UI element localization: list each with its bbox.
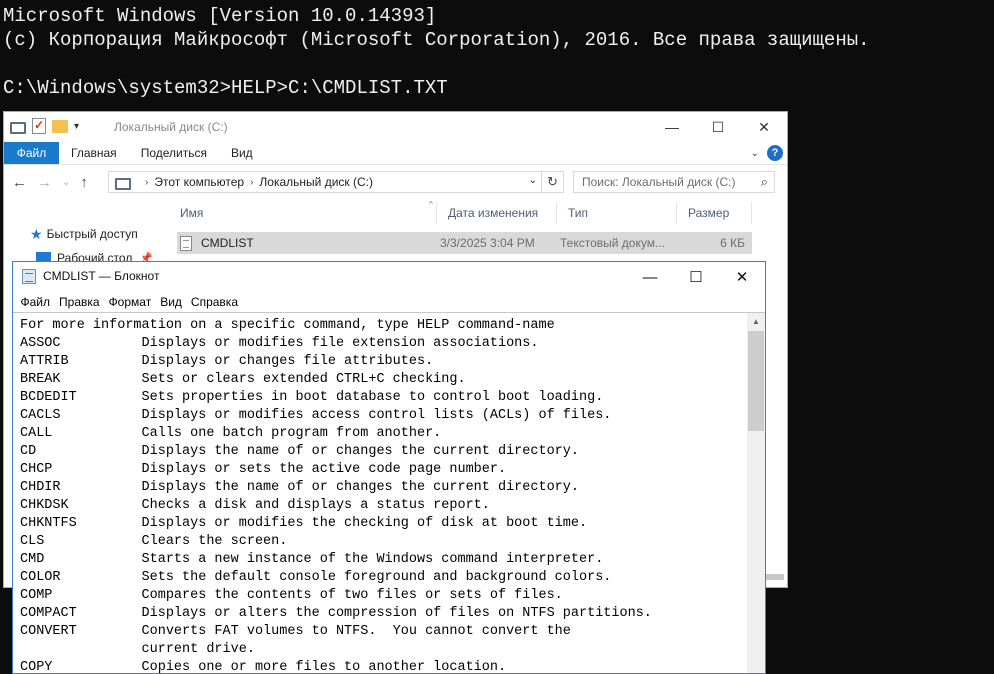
editor-line: CLS Clears the screen. bbox=[20, 534, 288, 549]
menu-file[interactable]: Файл bbox=[16, 295, 55, 309]
ribbon-tabs: Файл Главная Поделиться Вид ⌄ ? bbox=[4, 142, 787, 165]
forward-arrow-icon[interactable]: → bbox=[37, 174, 52, 191]
quick-access-toolbar: ▾ bbox=[10, 118, 79, 134]
help-icon[interactable]: ? bbox=[767, 145, 783, 161]
column-header-size[interactable]: Размер bbox=[677, 202, 752, 224]
new-folder-icon[interactable] bbox=[52, 119, 68, 133]
recent-locations-chevron-icon[interactable]: ⌄ bbox=[62, 177, 70, 191]
editor-line: CHDIR Displays the name of or changes th… bbox=[20, 480, 579, 495]
breadcrumb-this-pc[interactable]: Этот компьютер bbox=[154, 175, 244, 189]
editor-line: CALL Calls one batch program from anothe… bbox=[20, 426, 442, 441]
column-header-type[interactable]: Тип bbox=[557, 202, 677, 224]
editor-line: BCDEDIT Sets properties in boot database… bbox=[20, 390, 604, 405]
editor-text[interactable]: For more information on a specific comma… bbox=[20, 317, 745, 674]
search-input[interactable]: Поиск: Локальный диск (C:) ⌕ bbox=[573, 171, 775, 193]
computer-icon bbox=[115, 175, 131, 190]
notepad-maximize-button[interactable]: ☐ bbox=[673, 262, 719, 292]
expand-ribbon-chevron-icon[interactable]: ⌄ bbox=[751, 148, 759, 159]
notepad-window[interactable]: CMDLIST — Блокнот — ☐ ✕ Файл Правка Форм… bbox=[12, 261, 766, 674]
tab-view[interactable]: Вид bbox=[219, 142, 265, 164]
breadcrumb-separator-icon[interactable]: › bbox=[145, 177, 148, 188]
editor-line: COMP Compares the contents of two files … bbox=[20, 588, 563, 603]
editor-line: For more information on a specific comma… bbox=[20, 318, 555, 333]
column-header-date[interactable]: Дата изменения bbox=[437, 202, 557, 224]
scroll-up-icon[interactable]: ▲ bbox=[747, 313, 765, 330]
back-arrow-icon[interactable]: ← bbox=[12, 174, 27, 191]
explorer-minimize-button[interactable]: — bbox=[649, 112, 695, 142]
editor-line: CHCP Displays or sets the active code pa… bbox=[20, 462, 507, 477]
up-arrow-icon[interactable]: ↑ bbox=[80, 174, 88, 191]
computer-icon[interactable] bbox=[10, 119, 26, 134]
notepad-title: CMDLIST — Блокнот bbox=[43, 269, 160, 283]
menu-edit[interactable]: Правка bbox=[55, 295, 105, 309]
nav-item-quick-access[interactable]: ★ Быстрый доступ bbox=[4, 222, 169, 246]
search-placeholder: Поиск: Локальный диск (C:) bbox=[582, 175, 736, 189]
file-size: 6 КБ bbox=[720, 236, 745, 250]
notepad-close-button[interactable]: ✕ bbox=[719, 262, 765, 292]
file-type: Текстовый докум... bbox=[560, 236, 665, 250]
console-line: Microsoft Windows [Version 10.0.14393] bbox=[3, 5, 437, 27]
search-icon: ⌕ bbox=[760, 174, 768, 189]
explorer-maximize-button[interactable]: ☐ bbox=[695, 112, 741, 142]
table-row[interactable]: CMDLIST 3/3/2025 3:04 PM Текстовый докум… bbox=[177, 232, 752, 254]
notepad-minimize-button[interactable]: — bbox=[627, 262, 673, 292]
customize-toolbar-chevron-icon[interactable]: ▾ bbox=[74, 121, 79, 132]
menu-view[interactable]: Вид bbox=[156, 295, 187, 309]
notepad-titlebar[interactable]: CMDLIST — Блокнот — ☐ ✕ bbox=[13, 262, 765, 291]
star-icon: ★ bbox=[30, 225, 43, 242]
console-line: (с) Корпорация Майкрософт (Microsoft Cor… bbox=[3, 29, 870, 51]
editor-line: BREAK Sets or clears extended CTRL+C che… bbox=[20, 372, 466, 387]
file-name: CMDLIST bbox=[201, 236, 254, 250]
editor-line: COMPACT Displays or alters the compressi… bbox=[20, 606, 652, 621]
explorer-titlebar[interactable]: ▾ Локальный диск (C:) — ☐ ✕ bbox=[4, 112, 787, 142]
editor-line: ASSOC Displays or modifies file extensio… bbox=[20, 336, 539, 351]
notepad-menubar: Файл Правка Формат Вид Справка bbox=[13, 291, 765, 313]
file-list: ^ Имя Дата изменения Тип Размер CMDLIST … bbox=[169, 200, 787, 254]
explorer-close-button[interactable]: ✕ bbox=[741, 112, 787, 142]
tab-home[interactable]: Главная bbox=[59, 142, 129, 164]
file-list-header: ^ Имя Дата изменения Тип Размер bbox=[169, 200, 787, 224]
text-editor[interactable]: For more information on a specific comma… bbox=[13, 312, 765, 674]
file-list-scrollbar[interactable] bbox=[766, 574, 784, 580]
editor-line: CHKDSK Checks a disk and displays a stat… bbox=[20, 498, 490, 513]
editor-line: ATTRIB Displays or changes file attribut… bbox=[20, 354, 434, 369]
editor-line: COLOR Sets the default console foregroun… bbox=[20, 570, 612, 585]
menu-help[interactable]: Справка bbox=[186, 295, 242, 309]
breadcrumb-local-disk[interactable]: Локальный диск (C:) bbox=[259, 175, 373, 189]
menu-format[interactable]: Формат bbox=[104, 295, 156, 309]
address-bar[interactable]: › Этот компьютер › Локальный диск (C:) ⌄… bbox=[108, 171, 564, 193]
editor-line: CD Displays the name of or changes the c… bbox=[20, 444, 579, 459]
editor-line: CHKNTFS Displays or modifies the checkin… bbox=[20, 516, 588, 531]
navigation-bar: ← → ⌄ ↑ › Этот компьютер › Локальный дис… bbox=[4, 165, 787, 201]
nav-item-label: Быстрый доступ bbox=[46, 227, 138, 241]
notepad-icon bbox=[22, 269, 36, 284]
text-file-icon bbox=[180, 235, 192, 251]
explorer-title: Локальный диск (C:) bbox=[114, 120, 228, 134]
properties-icon[interactable] bbox=[32, 118, 46, 134]
sort-ascending-icon: ^ bbox=[429, 200, 433, 209]
refresh-icon[interactable]: ↻ bbox=[541, 172, 563, 192]
file-date: 3/3/2025 3:04 PM bbox=[440, 236, 535, 250]
editor-line: CACLS Displays or modifies access contro… bbox=[20, 408, 612, 423]
editor-line: COPY Copies one or more files to another… bbox=[20, 660, 507, 674]
console-prompt-line: C:\Windows\system32>HELP>C:\CMDLIST.TXT bbox=[3, 77, 448, 99]
tab-share[interactable]: Поделиться bbox=[129, 142, 219, 164]
tab-file[interactable]: Файл bbox=[4, 142, 59, 164]
breadcrumb-separator-icon[interactable]: › bbox=[250, 177, 253, 188]
vertical-scrollbar[interactable]: ▲ bbox=[747, 313, 765, 673]
editor-line: CMD Starts a new instance of the Windows… bbox=[20, 552, 604, 567]
editor-line: CONVERT Converts FAT volumes to NTFS. Yo… bbox=[20, 624, 571, 639]
address-dropdown-icon[interactable]: ⌄ bbox=[529, 175, 537, 186]
editor-line: current drive. bbox=[20, 642, 255, 657]
scrollbar-thumb[interactable] bbox=[748, 331, 764, 431]
column-header-name[interactable]: ^ Имя bbox=[169, 200, 437, 224]
